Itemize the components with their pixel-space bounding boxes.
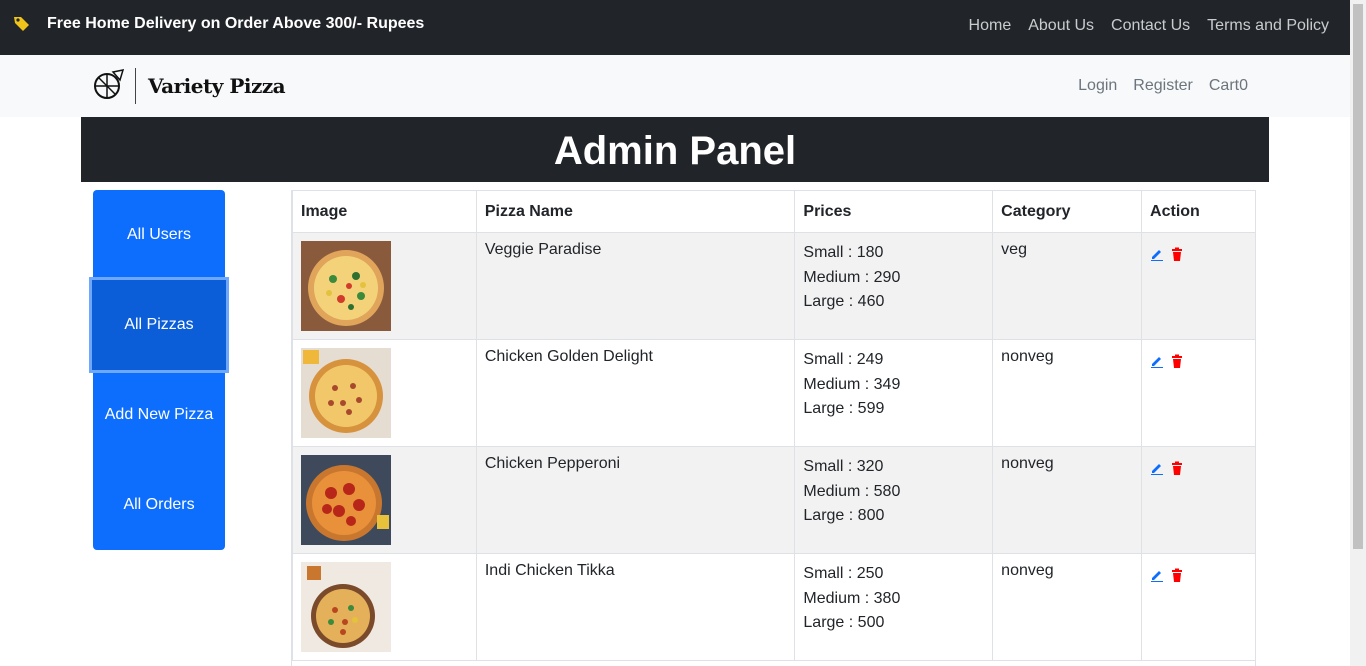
pizza-thumbnail [301, 562, 391, 652]
scrollbar-thumb[interactable] [1353, 4, 1363, 549]
price-medium: Medium : 349 [803, 375, 901, 393]
price-small: Small : 180 [803, 244, 884, 261]
pizza-category-cell: nonveg [992, 446, 1143, 554]
promo: Free Home Delivery on Order Above 300/- … [12, 14, 424, 34]
edit-icon[interactable] [1150, 247, 1164, 261]
nav-about-link[interactable]: About Us [1028, 17, 1094, 35]
admin-header: Admin Panel [81, 117, 1269, 182]
tag-icon [12, 14, 32, 34]
page-title: Admin Panel [553, 129, 797, 173]
pizza-action-cell [1141, 446, 1255, 554]
table-row: Veggie Paradise Small : 180 Medium : 290… [292, 232, 1255, 340]
column-header-prices: Prices [794, 190, 994, 233]
top-nav: Home About Us Contact Us Terms and Polic… [952, 17, 1329, 35]
pizza-action-cell [1141, 232, 1255, 340]
pizza-category-cell: nonveg [992, 553, 1143, 661]
pizza-prices-cell: Small : 320 Medium : 580 Large : 800 [794, 446, 994, 554]
register-link[interactable]: Register [1133, 77, 1193, 95]
column-header-pizza-name: Pizza Name [475, 190, 796, 233]
column-header-category: Category [992, 190, 1143, 233]
cart-link[interactable]: Cart0 [1209, 77, 1248, 95]
price-small: Small : 250 [803, 565, 884, 582]
top-announcement-bar: Free Home Delivery on Order Above 300/- … [0, 0, 1350, 55]
pizza-name-cell: Indi Chicken Tikka [475, 553, 796, 661]
price-large: Large : 800 [803, 507, 885, 524]
delete-icon[interactable] [1170, 354, 1184, 368]
pizza-category-cell: veg [992, 232, 1143, 340]
pizza-image-cell [292, 446, 477, 554]
column-header-image: Image [292, 190, 477, 233]
price-small: Small : 320 [803, 458, 884, 475]
pizza-table-container: Image Pizza Name Prices Category Action [291, 190, 1256, 666]
edit-icon[interactable] [1150, 461, 1164, 475]
edit-icon[interactable] [1150, 568, 1164, 582]
pizza-thumbnail [301, 455, 391, 545]
pizza-thumbnail [301, 241, 391, 331]
delete-icon[interactable] [1170, 247, 1184, 261]
pizza-image-cell [292, 553, 477, 661]
brand-navbar: Variety Pizza Login Register Cart0 [0, 55, 1350, 117]
promo-text: Free Home Delivery on Order Above 300/- … [47, 15, 425, 32]
admin-sidebar: All Users All Pizzas Add New Pizza All O… [89, 190, 229, 550]
delete-icon[interactable] [1170, 461, 1184, 475]
pizza-name-cell: Veggie Paradise [475, 232, 796, 340]
table-header-row: Image Pizza Name Prices Category Action [292, 190, 1255, 233]
price-large: Large : 460 [803, 293, 885, 310]
sidebar-item-all-pizzas[interactable]: All Pizzas [89, 277, 229, 373]
pizza-prices-cell: Small : 250 Medium : 380 Large : 500 [794, 553, 994, 661]
pizza-prices-cell: Small : 180 Medium : 290 Large : 460 [794, 232, 994, 340]
pizza-image-cell [292, 232, 477, 340]
pizza-action-cell [1141, 339, 1255, 447]
delete-icon[interactable] [1170, 568, 1184, 582]
pizza-table: Image Pizza Name Prices Category Action [292, 190, 1255, 661]
price-medium: Medium : 290 [803, 268, 901, 286]
nav-terms-link[interactable]: Terms and Policy [1207, 17, 1329, 35]
pizza-thumbnail [301, 348, 391, 438]
sidebar-item-all-users[interactable]: All Users [93, 190, 225, 280]
pizza-image-cell [292, 339, 477, 447]
pizza-name-cell: Chicken Golden Delight [475, 339, 796, 447]
price-large: Large : 500 [803, 614, 885, 631]
nav-contact-link[interactable]: Contact Us [1111, 17, 1190, 35]
price-medium: Medium : 380 [803, 589, 901, 607]
sidebar-item-all-orders[interactable]: All Orders [93, 460, 225, 550]
login-link[interactable]: Login [1078, 77, 1117, 95]
brand-divider [135, 68, 136, 104]
pizza-name-cell: Chicken Pepperoni [475, 446, 796, 554]
user-nav: Login Register Cart0 [1062, 77, 1248, 95]
pizza-prices-cell: Small : 249 Medium : 349 Large : 599 [794, 339, 994, 447]
pizza-action-cell [1141, 553, 1255, 661]
pizza-category-cell: nonveg [992, 339, 1143, 447]
page-scrollbar[interactable] [1350, 0, 1366, 666]
sidebar-item-add-new-pizza[interactable]: Add New Pizza [93, 370, 225, 460]
table-row: Indi Chicken Tikka Small : 250 Medium : … [292, 553, 1255, 661]
brand-name: Variety Pizza [148, 74, 286, 98]
brand-link[interactable]: Variety Pizza [93, 67, 286, 105]
column-header-action: Action [1141, 190, 1255, 233]
edit-icon[interactable] [1150, 354, 1164, 368]
pizza-logo-icon [93, 68, 125, 105]
nav-home-link[interactable]: Home [969, 17, 1012, 35]
price-medium: Medium : 580 [803, 482, 901, 500]
table-row: Chicken Golden Delight Small : 249 Mediu… [292, 339, 1255, 447]
table-row: Chicken Pepperoni Small : 320 Medium : 5… [292, 446, 1255, 554]
price-large: Large : 599 [803, 400, 885, 417]
price-small: Small : 249 [803, 351, 884, 368]
